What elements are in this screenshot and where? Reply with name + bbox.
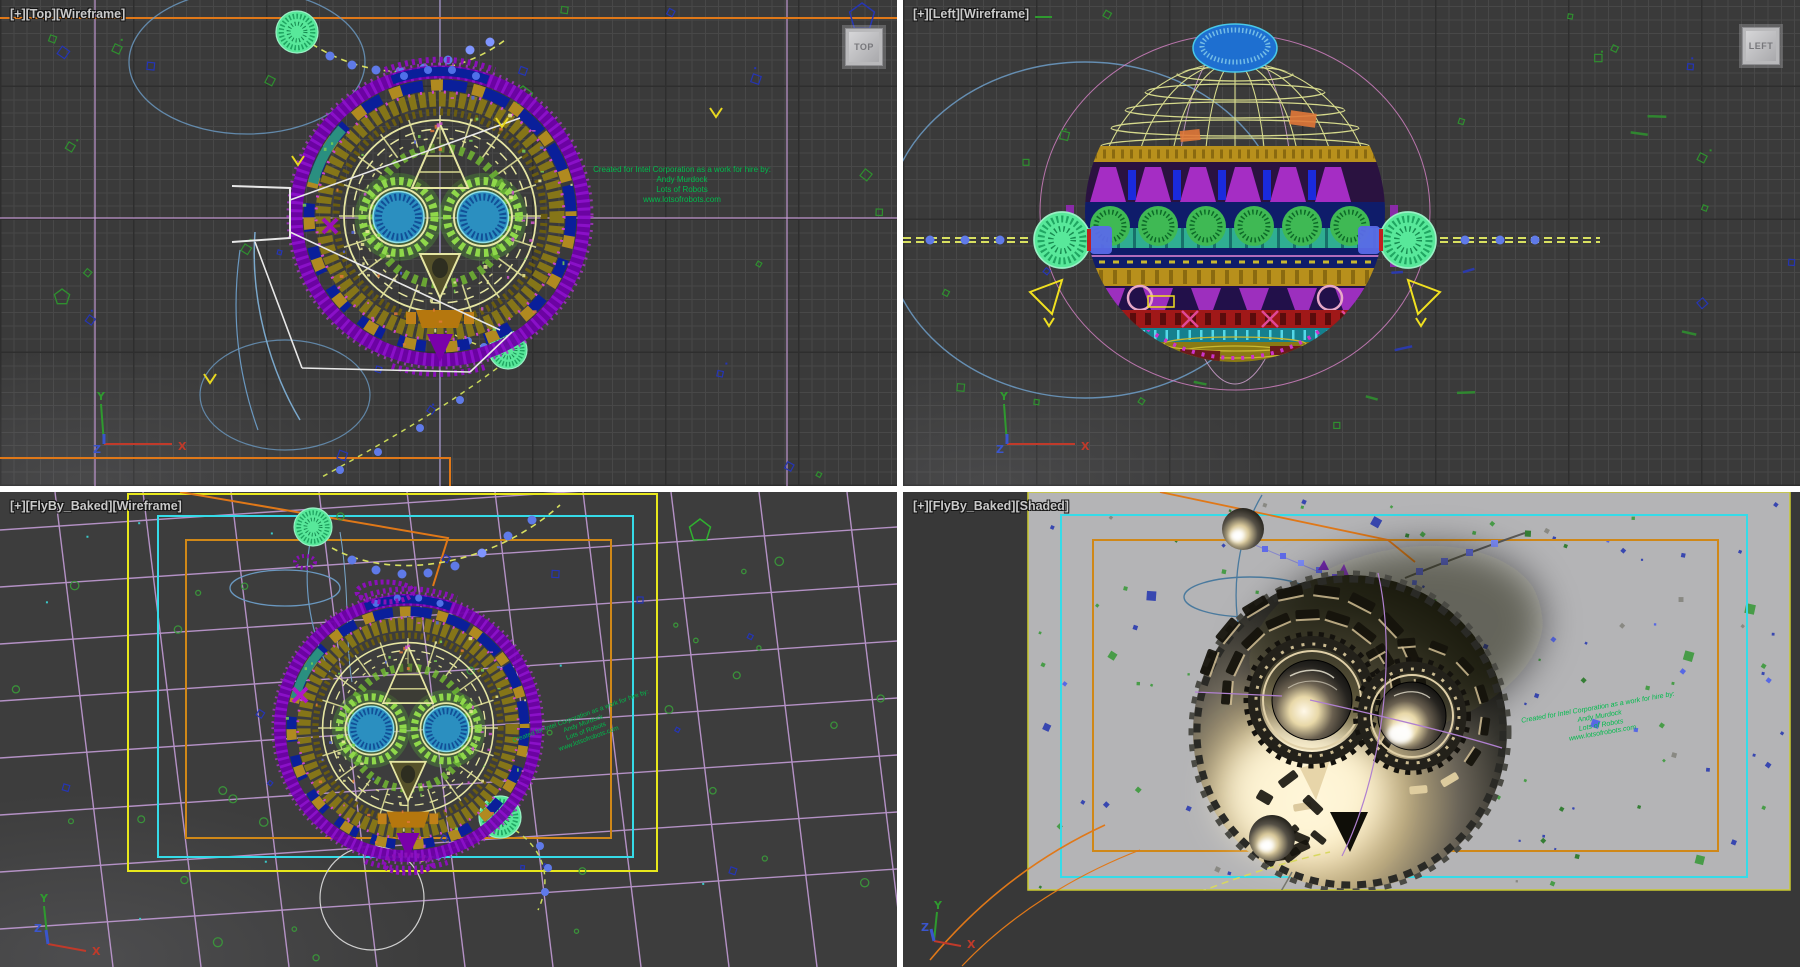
viewport-splitter-horizontal[interactable] xyxy=(0,486,1800,492)
viewport-top[interactable] xyxy=(0,0,897,486)
viewcube-left[interactable]: LEFT xyxy=(1742,27,1780,65)
viewport-label-left[interactable]: [+][Left][Wireframe] xyxy=(913,7,1029,21)
viewcube-top[interactable]: TOP xyxy=(845,28,883,66)
viewport-label-top[interactable]: [+][Top][Wireframe] xyxy=(10,7,125,21)
viewcube-face-label: TOP xyxy=(849,32,879,62)
viewport-left-view[interactable] xyxy=(903,0,1800,486)
viewport-label-flyby-shaded[interactable]: [+][FlyBy_Baked][Shaded] xyxy=(913,499,1069,513)
viewport-quad-layout: Y X Z xyxy=(0,0,1800,978)
viewport-splitter-vertical[interactable] xyxy=(897,0,903,967)
viewcube-face-label: LEFT xyxy=(1746,31,1776,61)
viewport-label-flyby-wireframe[interactable]: [+][FlyBy_Baked][Wireframe] xyxy=(10,499,182,513)
viewport-flyby-wireframe[interactable] xyxy=(0,492,897,967)
ui-edge-strip xyxy=(0,967,1800,978)
viewport-flyby-shaded[interactable] xyxy=(903,492,1800,967)
